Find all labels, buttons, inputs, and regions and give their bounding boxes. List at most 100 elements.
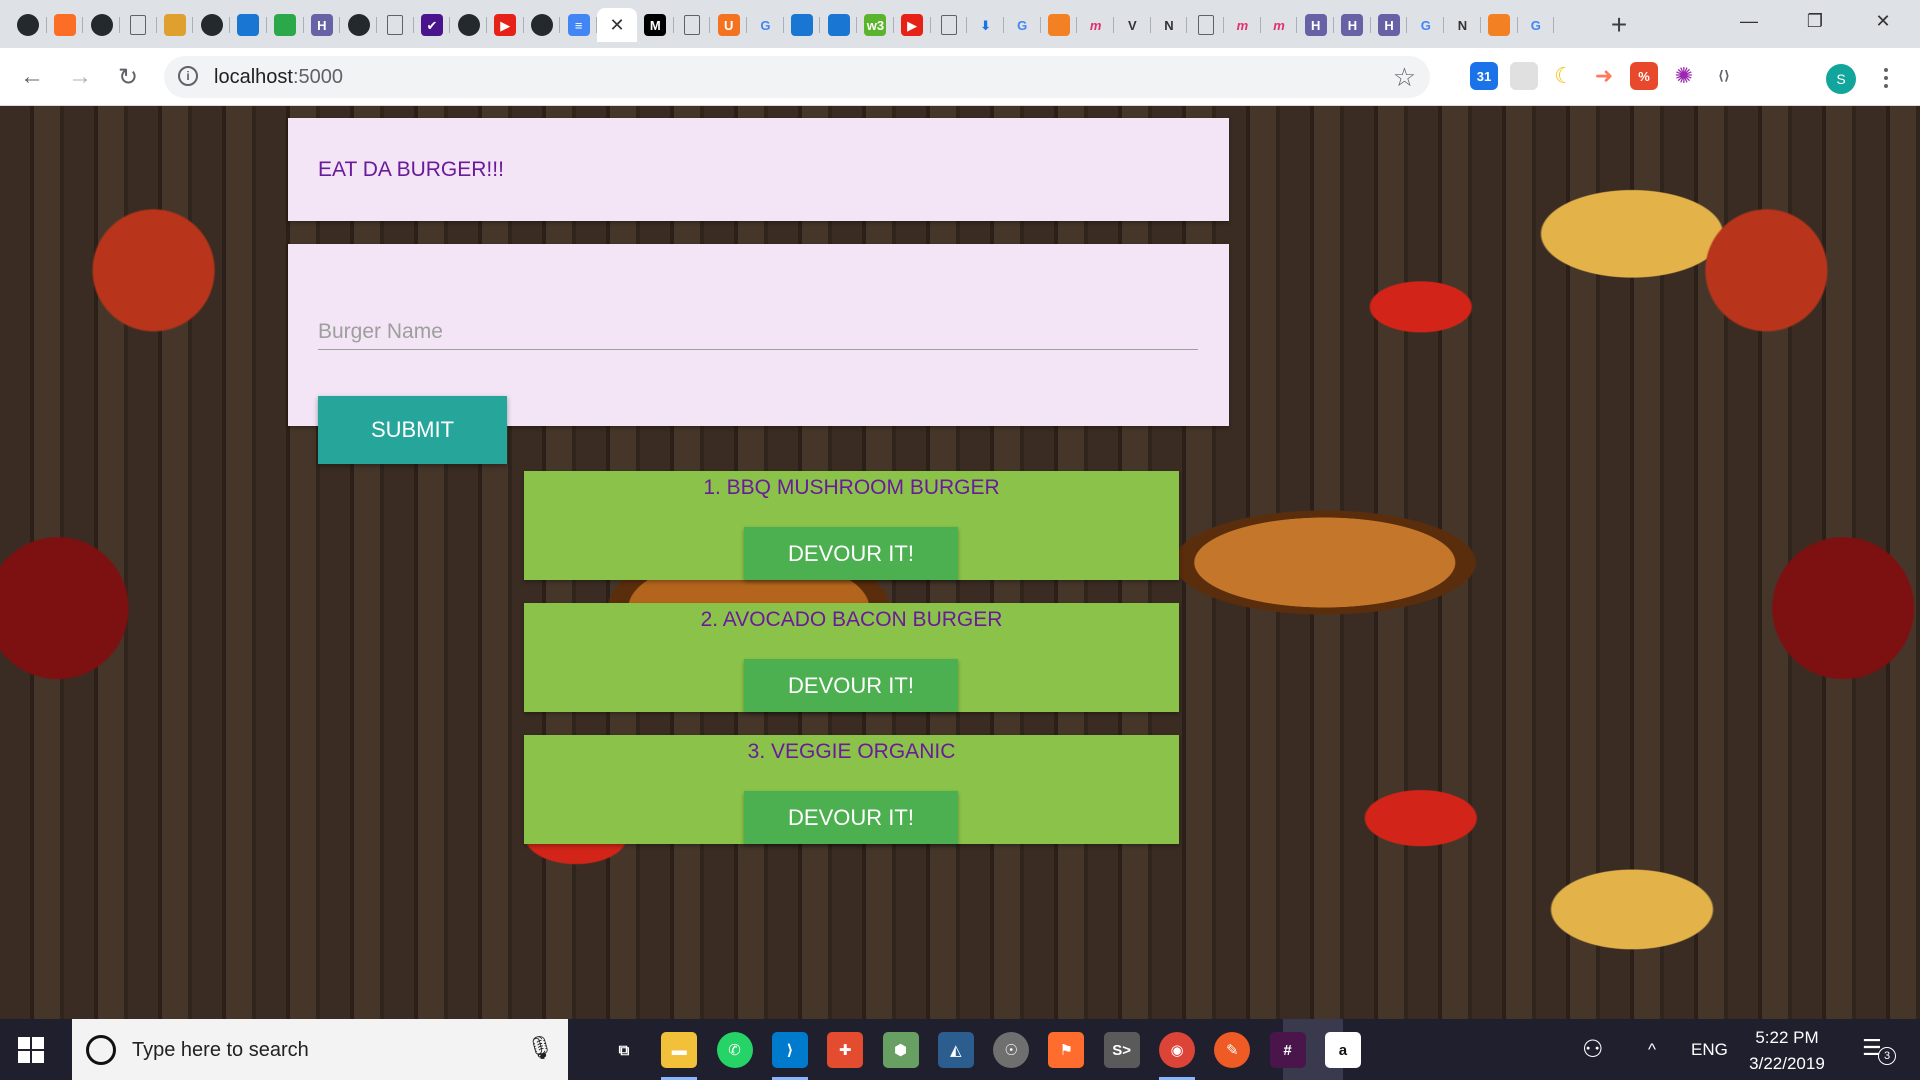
tab[interactable] [450,8,487,42]
tab[interactable]: N [1151,8,1188,42]
arrow-extension-icon[interactable]: ➜ [1590,62,1618,90]
colorwheel-extension-icon[interactable]: ✺ [1670,62,1698,90]
tab-active[interactable]: ✕ [597,8,637,42]
submit-button[interactable]: SUBMIT [318,396,507,464]
tab[interactable]: H [1334,8,1371,42]
microphone-icon[interactable]: 🎙 [526,1035,554,1061]
tab[interactable]: G [1518,8,1555,42]
percent-extension-icon[interactable]: % [1630,62,1658,90]
tab[interactable]: H [1297,8,1334,42]
mysql-workbench-icon[interactable]: ◭ [937,1032,974,1068]
tab[interactable]: G [747,8,784,42]
bookmark-star-icon[interactable]: ☆ [1393,62,1416,93]
address-port: :5000 [292,66,343,88]
minimize-button[interactable]: — [1716,0,1782,42]
tab[interactable]: ▶ [487,8,524,42]
task-view-icon[interactable]: ⧉ [606,1032,642,1068]
tab[interactable]: H [304,8,341,42]
tab[interactable] [267,8,304,42]
tab[interactable] [524,8,561,42]
tab[interactable] [230,8,267,42]
tab[interactable]: G [1407,8,1444,42]
tab[interactable]: U [710,8,747,42]
code-extension-icon[interactable]: ⟨⟩ [1710,62,1738,90]
tab[interactable]: V [1114,8,1151,42]
tab[interactable]: w3 [857,8,894,42]
notion-icon: N [1457,17,1468,33]
tab[interactable]: ⬇ [967,8,1004,42]
tab[interactable]: ▶ [894,8,931,42]
heroku-icon: H [310,14,333,36]
tab[interactable] [47,8,84,42]
tab[interactable] [193,8,230,42]
tab[interactable]: m [1261,8,1298,42]
moon-extension-icon[interactable]: ☾ [1550,62,1578,90]
youtube-icon: ▶ [901,14,924,36]
action-center-icon[interactable]: ☰ 3 [1862,1035,1896,1065]
tab[interactable] [340,8,377,42]
flag-app-icon[interactable]: ⚑ [1048,1032,1085,1068]
file-explorer-icon[interactable]: ▬ [661,1032,698,1080]
tab[interactable]: H [1371,8,1408,42]
tab[interactable] [157,8,194,42]
browser-menu-icon[interactable] [1876,60,1896,96]
tab[interactable] [820,8,857,42]
tab[interactable] [377,8,414,42]
postgres-icon[interactable]: ☉ [993,1032,1030,1068]
notification-count: 3 [1878,1047,1896,1065]
vscode-icon[interactable]: ⟩ [771,1032,808,1080]
devour-button[interactable]: DEVOUR IT! [744,659,958,712]
tab[interactable]: ≡ [560,8,597,42]
cortana-icon [86,1035,116,1065]
new-tab-button[interactable]: + [1602,8,1636,42]
tab[interactable]: G [1004,8,1041,42]
tab[interactable] [1041,8,1078,42]
tab[interactable] [1187,8,1224,42]
tab[interactable]: M [637,8,674,42]
back-button[interactable]: ← [15,60,49,94]
tab[interactable] [784,8,821,42]
site-info-icon[interactable]: i [178,66,198,86]
postman-icon[interactable]: ✎ [1214,1032,1251,1068]
forward-button[interactable]: → [63,60,97,94]
tab[interactable]: N [1444,8,1481,42]
tab-close-icon[interactable]: ✕ [609,15,624,36]
profile-avatar[interactable]: S [1826,64,1856,94]
taskbar-clock[interactable]: 5:22 PM 3/22/2019 [1722,1025,1852,1077]
tab[interactable] [83,8,120,42]
people-icon[interactable]: ⚇ [1582,1019,1604,1080]
tab[interactable]: m [1224,8,1261,42]
start-button[interactable] [18,1037,44,1063]
snip-icon[interactable]: S> [1103,1032,1140,1068]
address-url[interactable]: localhost:5000 [214,66,343,89]
node-icon[interactable]: ⬢ [882,1032,919,1068]
window-close-button[interactable]: ✕ [1850,0,1916,42]
tab[interactable]: m [1077,8,1114,42]
whatsapp-icon[interactable]: ✆ [716,1032,753,1068]
tab[interactable] [1481,8,1518,42]
heroku-icon: H [1304,14,1327,36]
burger-name-input[interactable] [318,314,1198,350]
taskbar-search[interactable]: Type here to search 🎙 [72,1019,568,1080]
git-kraken-icon[interactable]: ✚ [827,1032,864,1068]
tab[interactable]: ✔ [414,8,451,42]
devour-button[interactable]: DEVOUR IT! [744,527,958,580]
github-icon [90,14,113,36]
devour-button[interactable]: DEVOUR IT! [744,791,958,844]
calendar-extension-icon[interactable]: 31 [1470,62,1498,90]
tab[interactable] [931,8,968,42]
slack-icon[interactable]: # [1269,1032,1306,1068]
address-bar[interactable]: i localhost:5000 ☆ [164,56,1430,98]
tray-chevron-icon[interactable]: ^ [1648,1019,1656,1080]
tab[interactable] [674,8,711,42]
chrome-icon[interactable]: ◉ [1159,1032,1195,1080]
heroku-check-icon: ✔ [420,14,443,36]
tab[interactable] [10,8,47,42]
amazon-icon[interactable]: a [1324,1032,1361,1068]
tab[interactable] [120,8,157,42]
reload-button[interactable]: ↻ [111,60,145,94]
blank-extension-icon[interactable] [1510,62,1538,90]
google-icon: G [1017,17,1028,33]
restore-button[interactable]: ❐ [1782,0,1848,42]
burger-card: 1. BBQ MUSHROOM BURGER DEVOUR IT! [524,471,1179,580]
